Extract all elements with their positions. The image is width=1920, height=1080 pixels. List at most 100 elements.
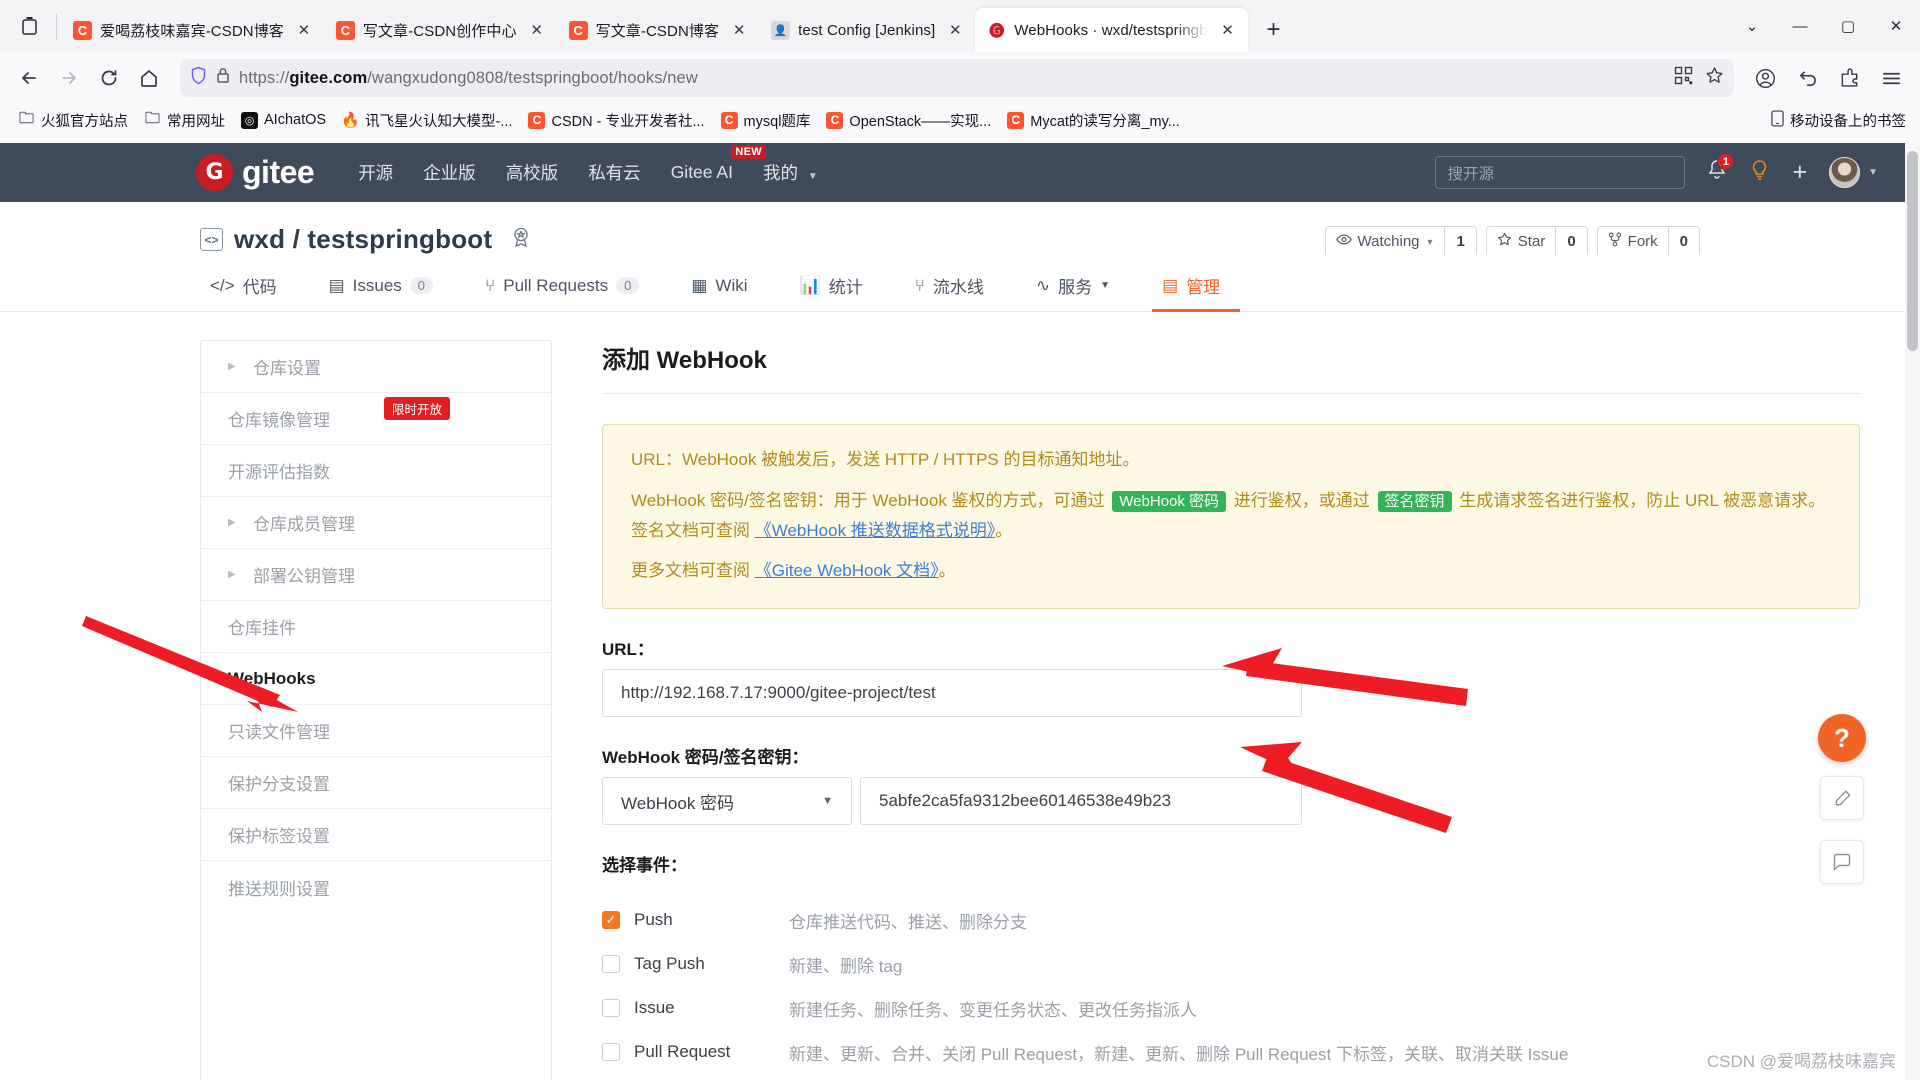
sidebar-item-push-rules[interactable]: 推送规则设置 xyxy=(201,861,551,913)
tab-code[interactable]: </> 代码 xyxy=(210,273,303,311)
nav-item-private-cloud[interactable]: 私有云 xyxy=(588,160,641,185)
event-row-push[interactable]: ✓ Push 仓库推送代码、推送、删除分支 xyxy=(602,898,1860,942)
bookmark-label: 讯飞星火认知大模型-... xyxy=(365,113,513,130)
gitee-webhook-doc-link[interactable]: 《Gitee WebHook 文档》 xyxy=(755,561,939,580)
menu-icon[interactable] xyxy=(1872,59,1910,97)
bookmark-item[interactable]: ◎ AIchatOS xyxy=(235,109,332,132)
forward-icon[interactable] xyxy=(50,59,88,97)
home-icon[interactable] xyxy=(130,59,168,97)
maximize-icon[interactable]: ▢ xyxy=(1824,6,1872,46)
sidebar-item-label: 仓库设置 xyxy=(253,359,321,378)
url-input[interactable]: http://192.168.7.17:9000/gitee-project/t… xyxy=(602,669,1302,717)
mobile-bookmarks-item[interactable]: 移动设备上的书签 xyxy=(1771,109,1906,131)
lightbulb-icon[interactable] xyxy=(1749,159,1770,187)
undo-icon[interactable] xyxy=(1788,59,1826,97)
tab-wiki[interactable]: ▦ Wiki xyxy=(665,273,773,311)
browser-tab-5-active[interactable]: 🅖 WebHooks · wxd/testspringb ✕ xyxy=(975,8,1248,52)
sidebar-item-protected-tags[interactable]: 保护标签设置 xyxy=(201,809,551,861)
tab-pipeline[interactable]: ⑂ 流水线 xyxy=(889,273,1010,311)
qr-code-icon[interactable] xyxy=(1674,66,1693,90)
notifications-bell-icon[interactable]: 1 xyxy=(1707,153,1735,186)
browser-tab-2[interactable]: C 写文章-CSDN创作中心 ✕ xyxy=(324,8,557,52)
close-icon[interactable]: ✕ xyxy=(943,18,967,42)
event-row-tag-push[interactable]: Tag Push 新建、删除 tag xyxy=(602,942,1860,986)
address-bar[interactable]: https://gitee.com/wangxudong0808/testspr… xyxy=(180,59,1734,97)
nav-item-enterprise[interactable]: 企业版 xyxy=(423,160,476,185)
search-input[interactable]: 搜开源 xyxy=(1435,156,1686,189)
new-tab-button[interactable]: + xyxy=(1256,12,1292,48)
close-icon[interactable]: ✕ xyxy=(1216,18,1240,42)
tab-list-button[interactable] xyxy=(6,3,52,49)
avatar[interactable] xyxy=(1829,157,1861,188)
feedback-button[interactable] xyxy=(1820,776,1864,820)
checkbox-issue[interactable] xyxy=(602,999,620,1017)
fork-button-group[interactable]: Fork 0 xyxy=(1596,226,1700,257)
gitee-logo[interactable]: G gitee xyxy=(196,154,315,191)
nav-item-gitee-ai[interactable]: Gitee AI NEW xyxy=(671,145,766,183)
nav-item-education[interactable]: 高校版 xyxy=(506,160,559,185)
fork-button[interactable]: Fork xyxy=(1597,227,1668,256)
chat-button[interactable] xyxy=(1820,840,1864,884)
create-new-plus-icon[interactable]: + xyxy=(1792,158,1807,187)
checkbox-push[interactable]: ✓ xyxy=(602,911,620,929)
star-button[interactable]: Star xyxy=(1486,227,1556,256)
bookmark-item[interactable]: C mysql题库 xyxy=(715,107,817,134)
tab-issues[interactable]: ▤ Issues 0 xyxy=(303,273,459,311)
chevron-down-icon[interactable]: ▼ xyxy=(1868,167,1878,178)
list-all-tabs-icon[interactable]: ⌄ xyxy=(1728,6,1776,46)
back-icon[interactable] xyxy=(10,59,48,97)
event-row-issue[interactable]: Issue 新建任务、删除任务、变更任务状态、更改任务指派人 xyxy=(602,986,1860,1030)
browser-tab-1[interactable]: C 爱喝荔枝味嘉宾-CSDN博客 ✕ xyxy=(61,8,324,52)
reload-icon[interactable] xyxy=(90,59,128,97)
tab-stats[interactable]: 📊 统计 xyxy=(774,273,889,311)
bookmark-star-icon[interactable] xyxy=(1705,66,1724,90)
bookmark-item[interactable]: 🗀 火狐官方站点 xyxy=(12,107,134,134)
sidebar-item-widgets[interactable]: 仓库挂件 xyxy=(201,601,551,653)
csdn-icon: C xyxy=(720,111,738,129)
star-button-group[interactable]: Star 0 xyxy=(1485,226,1588,257)
sidebar-item-repo-settings[interactable]: ▶ 仓库设置 xyxy=(201,341,551,393)
secret-type-select[interactable]: WebHook 密码 ▼ xyxy=(602,777,852,825)
sidebar-item-deploy-keys[interactable]: ▶ 部署公钥管理 xyxy=(201,549,551,601)
minimize-icon[interactable]: — xyxy=(1776,6,1824,46)
sidebar-item-protected-branches[interactable]: 保护分支设置 xyxy=(201,757,551,809)
event-row-pull-request[interactable]: Pull Request 新建、更新、合并、关闭 Pull Request，新建… xyxy=(602,1030,1860,1074)
bookmark-item[interactable]: C Mycat的读写分离_my... xyxy=(1001,107,1186,134)
shield-icon[interactable] xyxy=(190,66,207,90)
nav-item-opensource[interactable]: 开源 xyxy=(358,160,393,185)
extensions-icon[interactable] xyxy=(1830,59,1868,97)
nav-item-mine[interactable]: 我的 ▼ xyxy=(763,160,818,185)
sidebar-item-readonly-files[interactable]: 只读文件管理 xyxy=(201,705,551,757)
watch-button-group[interactable]: Watching ▼ 1 xyxy=(1324,226,1477,257)
tab-service[interactable]: ∿ 服务 ▼ xyxy=(1010,273,1136,311)
browser-tab-3[interactable]: C 写文章-CSDN博客 ✕ xyxy=(557,8,760,52)
bookmark-label: OpenStack——实现... xyxy=(849,113,992,130)
bookmark-item[interactable]: 🗀 常用网址 xyxy=(138,107,231,134)
bookmark-item[interactable]: C CSDN - 专业开发者社... xyxy=(522,107,710,134)
checkbox-pull-request[interactable] xyxy=(602,1043,620,1061)
help-fab-button[interactable]: ? xyxy=(1818,714,1866,762)
watch-button[interactable]: Watching ▼ xyxy=(1325,227,1445,256)
close-window-icon[interactable]: ✕ xyxy=(1872,6,1920,46)
browser-tab-4[interactable]: 👤 test Config [Jenkins] ✕ xyxy=(759,8,975,52)
webhook-format-doc-link[interactable]: 《WebHook 推送数据格式说明》 xyxy=(755,521,996,540)
sidebar-item-members[interactable]: ▶ 仓库成员管理 xyxy=(201,497,551,549)
scrollbar-thumb[interactable] xyxy=(1907,151,1918,351)
close-icon[interactable]: ✕ xyxy=(727,18,751,42)
secret-value-input[interactable]: 5abfe2ca5fa9312bee60146538e49b23 xyxy=(860,777,1302,825)
sidebar-item-mirror[interactable]: 仓库镜像管理 限时开放 xyxy=(201,393,551,445)
sidebar-item-oss-index[interactable]: 开源评估指数 xyxy=(201,445,551,497)
bookmark-item[interactable]: 🔥 讯飞星火认知大模型-... xyxy=(336,107,518,134)
event-row-check[interactable]: 检查项 检查项创建、完成、重试、请求操作 xyxy=(602,1074,1860,1080)
account-icon[interactable] xyxy=(1746,59,1784,97)
checkbox-tag-push[interactable] xyxy=(602,955,620,973)
close-icon[interactable]: ✕ xyxy=(292,18,316,42)
event-name: Issue xyxy=(634,998,675,1017)
service-icon: ∿ xyxy=(1035,275,1051,295)
bookmark-item[interactable]: C OpenStack——实现... xyxy=(820,107,997,134)
close-icon[interactable]: ✕ xyxy=(525,18,549,42)
tab-manage[interactable]: ▤ 管理 xyxy=(1136,273,1246,312)
sidebar-item-webhooks[interactable]: WebHooks xyxy=(201,653,551,705)
page-title[interactable]: wxd / testspringboot xyxy=(234,224,492,255)
tab-pull-requests[interactable]: ⑂ Pull Requests 0 xyxy=(459,273,665,311)
